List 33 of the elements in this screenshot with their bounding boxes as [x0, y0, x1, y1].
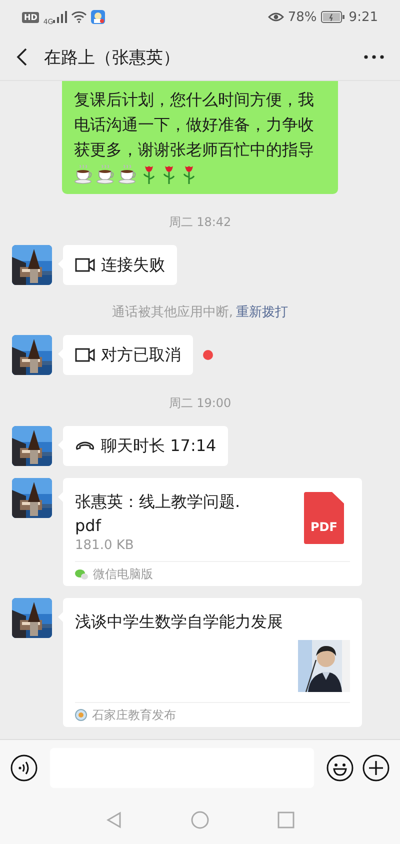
- system-notice: 通话被其他应用中断,: [112, 304, 234, 321]
- emoji-icon[interactable]: [326, 754, 354, 782]
- file-name: 张惠英：线上教学问题.pdf: [75, 491, 242, 537]
- signal-icon: [53, 11, 68, 23]
- coffee-cup-icon: [74, 164, 94, 184]
- app-notification-icon: [91, 10, 106, 24]
- coffee-cup-icon: [118, 164, 138, 184]
- pdf-file-icon: PDF: [304, 492, 344, 544]
- wifi-icon: [71, 11, 88, 23]
- timestamp: 周二 19:00: [168, 395, 232, 412]
- video-camera-icon: [75, 348, 95, 362]
- file-size: 181.0 KB: [75, 538, 135, 553]
- phone-icon: [75, 441, 95, 451]
- hd-badge: HD: [22, 12, 40, 22]
- timestamp: 周二 18:42: [168, 214, 232, 231]
- voice-icon[interactable]: [10, 754, 38, 782]
- message-text: 复课后计划，您什么时间方便，我电话沟通一下，做好准备，力争收获更多，谢谢张老师百忙中的指导: [74, 89, 315, 161]
- chat-bubbles-icon: [75, 568, 88, 580]
- battery-icon: [320, 11, 345, 23]
- eye-icon: [268, 12, 284, 22]
- battery-percent: 78%: [288, 10, 317, 24]
- video-camera-icon: [75, 258, 95, 272]
- add-icon[interactable]: [362, 754, 390, 782]
- article-title: 浅谈中学生数学自学能力发展: [75, 611, 284, 633]
- logo-icon: [75, 709, 87, 721]
- coffee-cup-icon: [96, 164, 116, 184]
- clock-time: 9:21: [348, 10, 378, 24]
- redial-link[interactable]: 重新拨打: [236, 303, 288, 321]
- source-label: 石家庄教育发布: [92, 706, 176, 724]
- back-icon[interactable]: [16, 48, 28, 66]
- more-icon[interactable]: [364, 55, 384, 59]
- chat-title: 在路上（张惠英）: [44, 46, 181, 68]
- source-label: 微信电脑版: [93, 566, 153, 582]
